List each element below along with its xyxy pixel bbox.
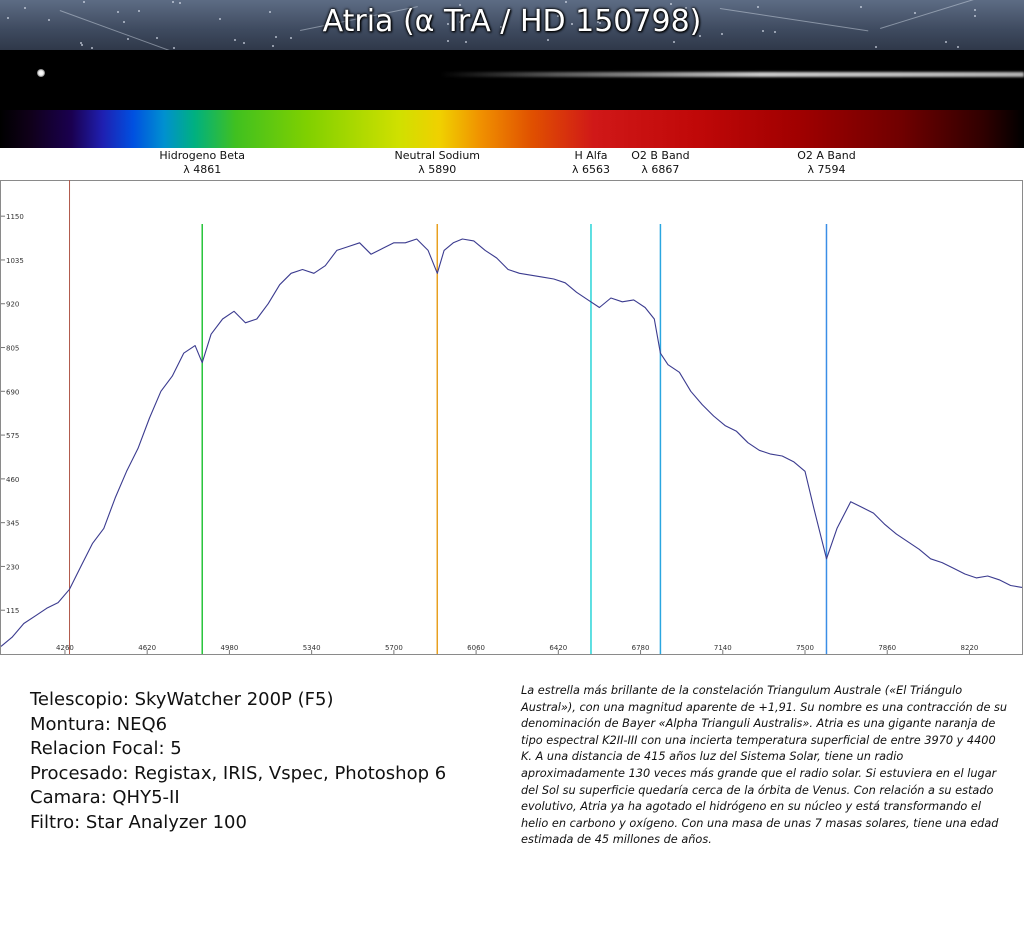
spec-line: Relacion Focal: 5 — [30, 738, 182, 759]
page-title: Atria (α TrA / HD 150798) — [322, 4, 702, 39]
band-name: Hidrogeno Beta — [159, 149, 246, 162]
star-field-dot — [81, 44, 83, 46]
y-tick-label: 460 — [6, 476, 19, 484]
spectrum-chart: 115 230 345 460 575 690 805 920 1035 1150 4260 462… — [0, 180, 1023, 655]
x-tick-label: 7140 — [714, 644, 732, 652]
band-label: Neutral Sodium λ 5890 — [394, 149, 480, 177]
star-field-dot — [172, 1, 174, 3]
spec-line: Montura: NEQ6 — [30, 713, 168, 735]
band-name: Neutral Sodium — [394, 149, 481, 162]
y-tick-label: 920 — [6, 301, 19, 309]
band-label: Hidrogeno Beta λ 4861 — [159, 149, 245, 177]
band-wavelength: λ 6563 — [571, 163, 610, 176]
star-field-dot — [875, 46, 877, 48]
band-wavelength: λ 5890 — [418, 163, 457, 176]
y-tick-label: 575 — [6, 432, 19, 440]
star-description: La estrella más brillante de la constela… — [521, 684, 1008, 847]
band-labels: Hidrogeno Beta λ 4861 Neutral Sodium λ 5890… — [0, 149, 1024, 180]
y-tick-label: 805 — [6, 345, 19, 353]
x-tick-label: 4980 — [220, 644, 238, 652]
x-tick-label: 4620 — [138, 644, 156, 652]
x-tick-label: 7500 — [796, 644, 814, 652]
band-label: H Alfa λ 6563 — [572, 149, 610, 177]
star-field-dot — [173, 47, 175, 49]
star-field-dot — [547, 39, 549, 41]
spec-line: Telescopio: SkyWatcher 200P (F5) — [30, 689, 334, 710]
x-tick-label: 6060 — [467, 644, 485, 652]
star-field-dot — [272, 45, 274, 47]
x-tick-label: 6420 — [549, 644, 567, 652]
x-tick-label: 8220 — [961, 644, 979, 652]
star-field-dot — [234, 39, 236, 41]
y-tick-label: 690 — [6, 388, 19, 396]
star-field-dot — [945, 41, 947, 43]
star-field-dot — [673, 41, 675, 43]
star-field-dot — [91, 47, 93, 49]
spectrum-streak — [440, 72, 1024, 77]
star-field-dot — [447, 40, 449, 42]
y-tick-label: 230 — [6, 563, 19, 571]
band-wavelength: λ 7594 — [807, 163, 846, 176]
spec-line: Filtro: Star Analyzer 100 — [30, 811, 247, 833]
star-image-strip — [0, 50, 1024, 110]
spec-line: Camara: QHY5-II — [30, 787, 180, 808]
star-field-dot — [957, 46, 959, 48]
y-tick-label: 1035 — [6, 257, 24, 265]
spectrum-strip-icon — [0, 110, 1024, 148]
band-wavelength: λ 6867 — [641, 163, 680, 176]
equipment-specs: Telescopio: SkyWatcher 200P (F5) Montura… — [30, 688, 490, 835]
band-name: H Alfa — [574, 149, 608, 162]
y-tick-label: 115 — [6, 607, 19, 615]
y-tick-label: 1150 — [6, 213, 24, 221]
spec-line: Procesado: Registax, IRIS, Vspec, Photos… — [30, 762, 447, 784]
band-label: O2 A Band λ 7594 — [797, 149, 855, 177]
star-field-dot — [565, 1, 567, 3]
star-field-dot — [465, 41, 467, 43]
star-field-dot — [83, 1, 85, 3]
band-wavelength: λ 4861 — [183, 163, 222, 176]
x-tick-label: 5340 — [303, 644, 321, 652]
star-image-icon — [37, 69, 45, 77]
band-name: O2 B Band — [631, 149, 690, 162]
x-tick-label: 4260 — [56, 644, 74, 652]
band-label: O2 B Band λ 6867 — [631, 149, 689, 177]
title-banner: Atria (α TrA / HD 150798) — [0, 0, 1024, 50]
y-tick-label: 345 — [6, 520, 19, 528]
x-tick-label: 6780 — [632, 644, 650, 652]
star-field-dot — [243, 42, 245, 44]
band-name: O2 A Band — [797, 149, 856, 162]
chart-frame — [0, 180, 1023, 655]
x-tick-label: 5700 — [385, 644, 403, 652]
x-tick-label: 7860 — [878, 644, 896, 652]
